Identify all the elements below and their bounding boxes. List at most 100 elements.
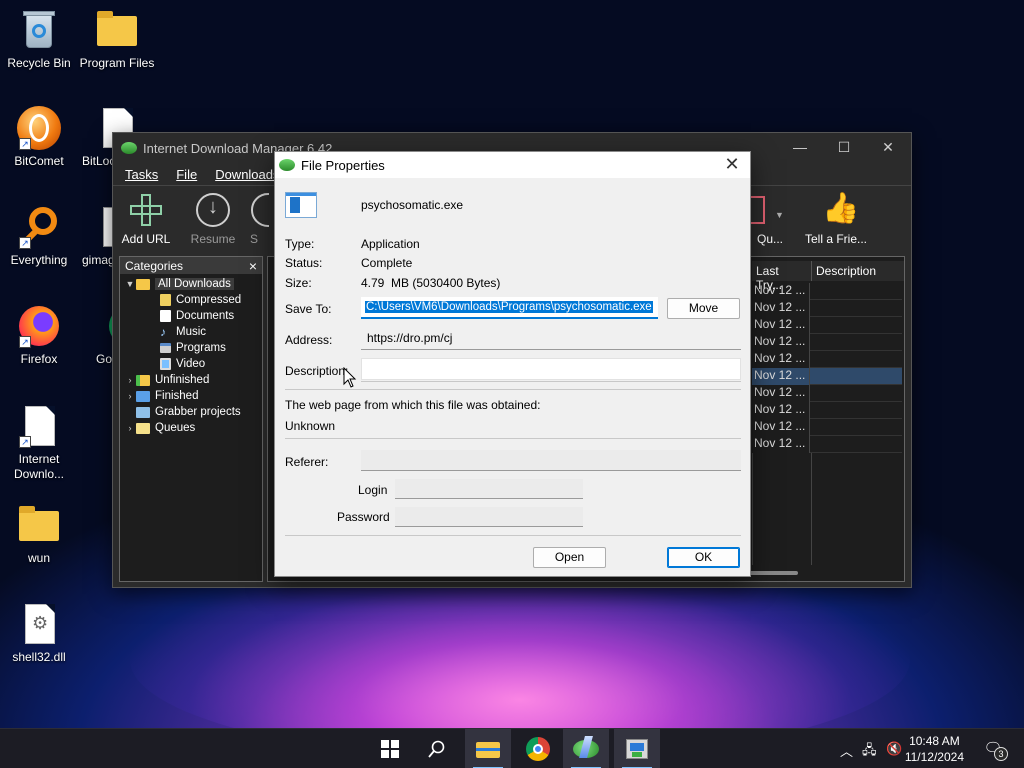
column-divider bbox=[752, 453, 753, 565]
table-row[interactable]: Nov 12 ... bbox=[752, 317, 902, 334]
ok-button[interactable]: OK bbox=[667, 547, 740, 568]
desktop-icon-bitcomet[interactable]: ↗ BitComet bbox=[0, 106, 78, 169]
tree-item-music[interactable]: ♪ Music bbox=[120, 324, 262, 340]
file-properties-dialog[interactable]: File Properties ✕ psychosomatic.exe Type… bbox=[274, 151, 751, 577]
start-button[interactable] bbox=[367, 729, 413, 768]
expand-icon[interactable]: › bbox=[124, 391, 136, 401]
tree-item-unfinished[interactable]: › Unfinished bbox=[120, 372, 262, 388]
taskbar-file-explorer[interactable] bbox=[465, 729, 511, 768]
clock-date: 11/12/2024 bbox=[904, 750, 964, 764]
login-field[interactable] bbox=[395, 479, 583, 498]
status-label: Status: bbox=[285, 256, 323, 270]
dialog-close-icon[interactable]: ✕ bbox=[720, 154, 744, 175]
table-row[interactable]: Nov 12 ... bbox=[752, 283, 902, 300]
table-row[interactable]: Nov 12 ... bbox=[752, 300, 902, 317]
desktop-icon-program-files[interactable]: Program Files bbox=[78, 8, 156, 71]
webpage-value: Unknown bbox=[285, 419, 336, 433]
expand-icon[interactable]: › bbox=[124, 375, 136, 385]
menu-tasks[interactable]: Tasks bbox=[125, 167, 158, 182]
documents-icon bbox=[160, 310, 171, 322]
maximize-button[interactable]: ☐ bbox=[829, 139, 859, 156]
desktop-icon-wun[interactable]: wun bbox=[0, 503, 78, 566]
table-row[interactable]: Nov 12 ... bbox=[752, 334, 902, 351]
file-name: psychosomatic.exe bbox=[361, 198, 464, 212]
open-button[interactable]: Open bbox=[533, 547, 606, 568]
resume-button[interactable]: ↓ Resume bbox=[178, 192, 248, 246]
expand-icon[interactable]: › bbox=[124, 423, 136, 433]
notification-center-icon[interactable]: 🗨 3 bbox=[982, 739, 1008, 761]
taskbar-idm[interactable] bbox=[563, 729, 609, 768]
table-row[interactable]: Nov 12 ... bbox=[752, 436, 902, 453]
desktop-icon-internet-download-manager[interactable]: ↗ Internet Downlo... bbox=[0, 404, 78, 482]
categories-close-icon[interactable]: × bbox=[249, 258, 257, 274]
minimize-button[interactable]: — bbox=[785, 139, 815, 155]
address-field[interactable]: https://dro.pm/cj bbox=[367, 331, 452, 345]
taskbar-chrome[interactable] bbox=[515, 729, 561, 768]
document-icon: ↗ bbox=[17, 404, 61, 448]
referer-field[interactable] bbox=[361, 450, 741, 470]
tree-item-documents[interactable]: Documents bbox=[120, 308, 262, 324]
tell-a-friend-label: Tell a Frie... bbox=[804, 232, 867, 246]
desktop-icon-everything[interactable]: ↗ Everything bbox=[0, 205, 78, 268]
referer-label: Referer: bbox=[285, 455, 329, 469]
folder-icon bbox=[17, 503, 61, 547]
address-field-underline bbox=[361, 349, 741, 350]
desktop-icon-recycle-bin[interactable]: Recycle Bin bbox=[0, 8, 78, 71]
desktop-icon-label: BitComet bbox=[14, 154, 64, 168]
save-to-field[interactable]: C:\Users\VM6\Downloads\Programs\psychoso… bbox=[361, 297, 658, 319]
login-label: Login bbox=[358, 483, 388, 497]
move-button[interactable]: Move bbox=[667, 298, 740, 319]
everything-search-icon: ↗ bbox=[17, 205, 61, 249]
tree-item-finished[interactable]: › Finished bbox=[120, 388, 262, 404]
table-row[interactable]: Nov 12 ... bbox=[752, 402, 902, 419]
stop-button[interactable]: S bbox=[239, 192, 269, 246]
taskbar: ︿ 🖧 🔇 10:48 AM 11/12/2024 🗨 3 bbox=[0, 728, 1024, 768]
taskbar-clock[interactable]: 10:48 AM 11/12/2024 bbox=[905, 733, 964, 765]
desktop-icon-label: Program Files bbox=[79, 56, 155, 70]
tree-item-compressed[interactable]: Compressed bbox=[120, 292, 262, 308]
show-hidden-icons-chevron-up-icon[interactable]: ︿ bbox=[840, 741, 853, 760]
windows-logo-icon bbox=[381, 740, 399, 758]
desktop-icon-firefox[interactable]: ↗ Firefox bbox=[0, 304, 78, 367]
address-label: Address: bbox=[285, 333, 333, 347]
video-icon bbox=[160, 358, 171, 370]
desktop-icon-label: Firefox bbox=[20, 352, 58, 366]
music-icon: ♪ bbox=[160, 324, 166, 339]
notification-count-badge: 3 bbox=[994, 747, 1008, 761]
table-row[interactable]: Nov 12 ... bbox=[752, 385, 902, 402]
column-divider bbox=[811, 453, 812, 565]
table-row-selected[interactable]: Nov 12 ... bbox=[752, 368, 902, 385]
volume-muted-icon[interactable]: 🔇 bbox=[886, 741, 902, 757]
password-label: Password bbox=[337, 510, 390, 524]
horizontal-scrollbar[interactable] bbox=[748, 571, 798, 575]
tree-item-queues[interactable]: › Queues bbox=[120, 420, 262, 436]
desktop-icon-shell32[interactable]: ⚙ shell32.dll bbox=[0, 602, 78, 665]
network-icon[interactable]: 🖧 bbox=[862, 741, 877, 763]
dialog-title: File Properties bbox=[301, 157, 385, 173]
queue-label: Qu... bbox=[756, 232, 783, 246]
tree-item-all-downloads[interactable]: ▼ All Downloads bbox=[120, 276, 262, 292]
password-field[interactable] bbox=[395, 507, 583, 526]
column-last-try[interactable]: Last Try... bbox=[752, 261, 812, 292]
dialog-titlebar[interactable]: File Properties ✕ bbox=[275, 152, 750, 178]
recycle-bin-icon bbox=[17, 8, 61, 52]
collapse-icon[interactable]: ▼ bbox=[124, 279, 136, 289]
tree-item-programs[interactable]: Programs bbox=[120, 340, 262, 356]
column-description[interactable]: Description bbox=[812, 261, 904, 281]
taskbar-installer[interactable] bbox=[614, 729, 660, 768]
table-row[interactable]: Nov 12 ... bbox=[752, 419, 902, 436]
type-label: Type: bbox=[285, 237, 315, 251]
add-url-button[interactable]: Add URL bbox=[111, 192, 181, 246]
queue-button[interactable]: ▼ Qu... bbox=[745, 192, 795, 246]
tell-a-friend-button[interactable]: 👍 Tell a Frie... bbox=[799, 192, 873, 246]
close-button[interactable]: ✕ bbox=[873, 139, 903, 156]
table-row[interactable]: Nov 12 ... bbox=[752, 351, 902, 368]
tree-item-grabber-projects[interactable]: Grabber projects bbox=[120, 404, 262, 420]
search-button[interactable] bbox=[414, 729, 460, 768]
programs-icon bbox=[160, 343, 171, 353]
menu-downloads[interactable]: Downloads bbox=[215, 167, 279, 182]
tree-item-video[interactable]: Video bbox=[120, 356, 262, 372]
menu-file[interactable]: File bbox=[176, 167, 197, 182]
description-field[interactable] bbox=[361, 358, 741, 380]
save-to-label: Save To: bbox=[285, 302, 332, 316]
